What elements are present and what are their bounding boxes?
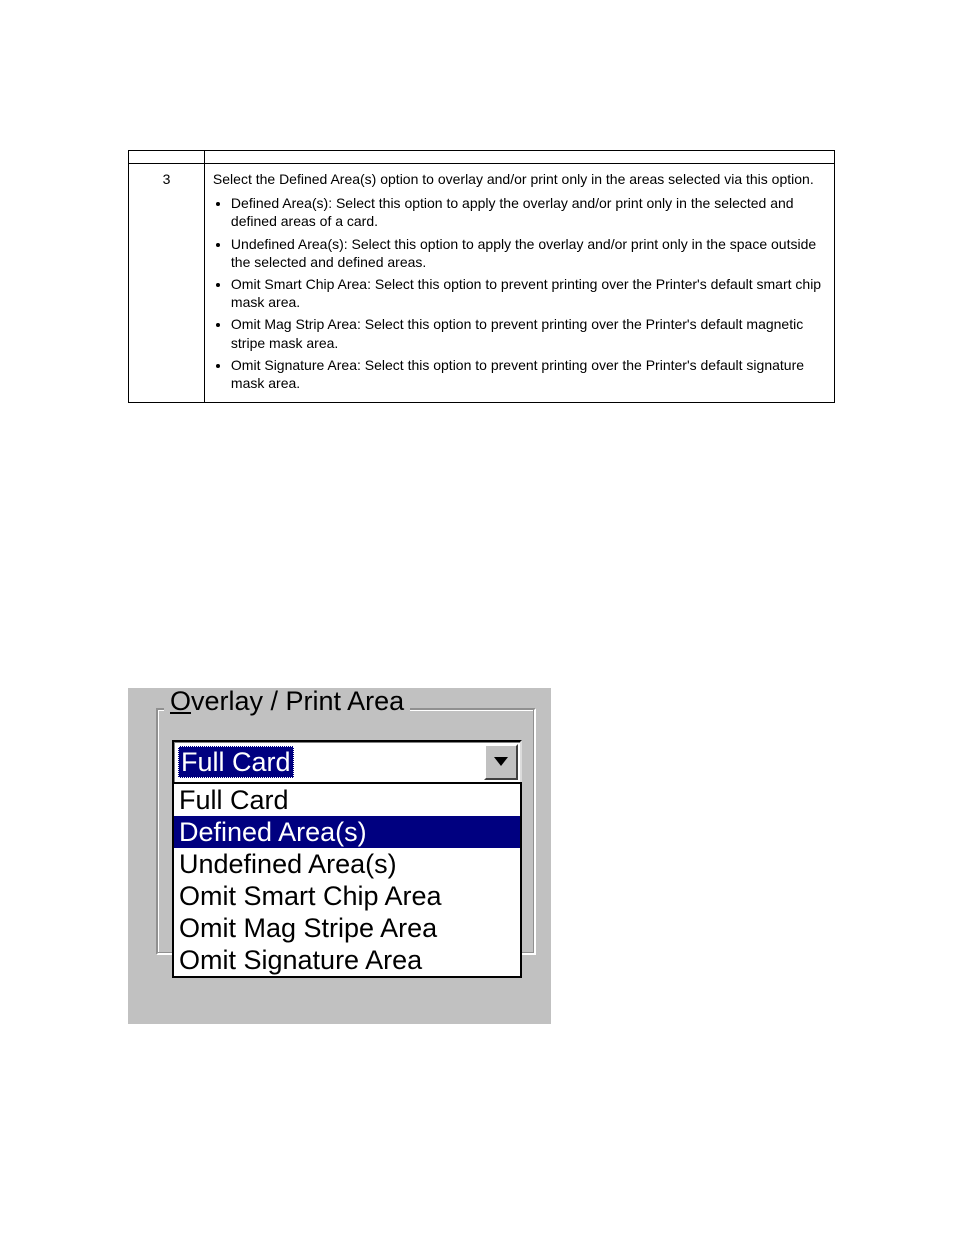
step-cell <box>129 151 205 164</box>
desc-cell: Select the Defined Area(s) option to ove… <box>204 164 834 403</box>
legend-accel-char: O <box>170 686 191 716</box>
desc-bullets: Defined Area(s): Select this option to a… <box>231 194 826 392</box>
overlay-area-listbox[interactable]: Full Card Defined Area(s) Undefined Area… <box>172 782 522 978</box>
bullet-item: Defined Area(s): Select this option to a… <box>231 194 826 230</box>
bullet-item: Omit Smart Chip Area: Select this option… <box>231 275 826 311</box>
bullet-item: Undefined Area(s): Select this option to… <box>231 235 826 271</box>
desc-cell <box>204 151 834 164</box>
option-omit-mag-stripe-area[interactable]: Omit Mag Stripe Area <box>174 912 520 944</box>
option-omit-smart-chip-area[interactable]: Omit Smart Chip Area <box>174 880 520 912</box>
groupbox-legend: Overlay / Print Area <box>164 688 410 715</box>
bullet-item: Omit Signature Area: Select this option … <box>231 356 826 392</box>
table-row: 3 Select the Defined Area(s) option to o… <box>129 164 835 403</box>
step-cell: 3 <box>129 164 205 403</box>
chevron-down-icon <box>494 757 508 767</box>
option-omit-signature-area[interactable]: Omit Signature Area <box>174 944 520 976</box>
legend-text: verlay / Print Area <box>191 686 404 716</box>
combobox-dropdown-button[interactable] <box>484 744 518 780</box>
desc-text: Select the Defined Area(s) option to ove… <box>213 170 826 188</box>
option-full-card[interactable]: Full Card <box>174 784 520 816</box>
option-undefined-areas[interactable]: Undefined Area(s) <box>174 848 520 880</box>
bullet-item: Omit Mag Strip Area: Select this option … <box>231 315 826 351</box>
combobox-selected-text: Full Card <box>178 746 294 778</box>
page: 3 Select the Defined Area(s) option to o… <box>0 0 954 1235</box>
table-row <box>129 151 835 164</box>
overlay-print-area-panel: Overlay / Print Area Full Card Full Card… <box>128 688 551 1024</box>
option-defined-areas[interactable]: Defined Area(s) <box>174 816 520 848</box>
steps-table: 3 Select the Defined Area(s) option to o… <box>128 150 835 403</box>
overlay-area-combobox[interactable]: Full Card <box>172 740 522 784</box>
